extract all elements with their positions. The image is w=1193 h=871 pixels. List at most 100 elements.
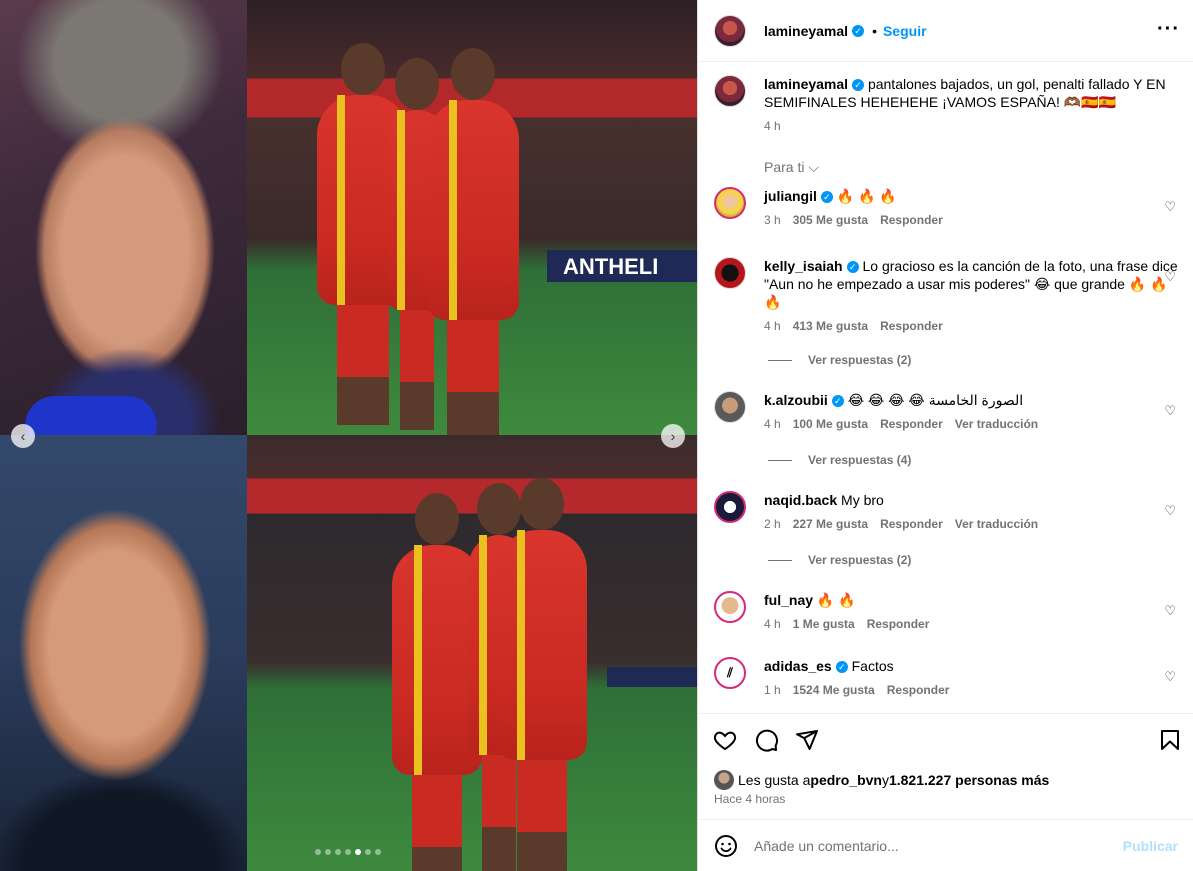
likes-middle: y [881,772,889,788]
for-you-label: Para ti [764,159,805,175]
author-avatar[interactable] [714,14,746,47]
commenter-avatar[interactable] [714,257,746,289]
comment-time: 2 h [764,517,781,531]
verified-badge-icon: ✓ [846,261,859,273]
caption-meta: 4 h [764,119,1178,133]
translate-button[interactable]: Ver traducción [955,417,1038,431]
carousel-next-button[interactable]: › [661,424,685,448]
comment-likes[interactable]: 1524 Me gusta [793,683,875,697]
view-replies-button[interactable]: Ver respuestas (2) [768,553,911,567]
liker-avatar[interactable] [714,770,734,790]
comments-scroll-area[interactable]: lamineyamal ✓ pantalones bajados, un gol,… [698,63,1193,713]
verified-badge-icon: ✓ [831,395,844,407]
reply-button[interactable]: Responder [880,213,943,227]
comment-likes[interactable]: 1 Me gusta [793,617,855,631]
caption-text-block: lamineyamal ✓ pantalones bajados, un gol,… [764,75,1178,111]
likes-prefix: Les gusta a [738,772,811,788]
microphone [25,396,157,435]
comment-time: 1 h [764,683,781,697]
comment-text: 😂 😂 😂 😂 الصورة الخامسة [847,392,1024,408]
commenter-username[interactable]: ful_nay [764,592,813,608]
smiley-icon[interactable] [714,834,738,858]
stadium-board-text: ANTHELI [547,250,697,282]
comment-composer: Publicar [698,819,1193,871]
comment-item: juliangil ✓ 🔥 🔥 🔥 3 h 305 Me gusta Responde… [714,187,1178,227]
carousel-dot [375,849,381,855]
post-side-panel: lamineyamal ✓ • Seguir ··· lamineyamal ✓ … [697,0,1193,871]
follow-button[interactable]: Seguir [883,23,927,39]
likes-summary: Les gusta a pedro_bvn y 1.821.227 person… [714,770,1049,790]
reply-button[interactable]: Responder [880,517,943,531]
commenter-username[interactable]: juliangil [764,188,817,204]
carousel-dot [355,849,361,855]
carousel-dot [365,849,371,855]
comment-icon[interactable] [754,728,780,752]
commenter-username[interactable]: k.alzoubii [764,392,828,408]
comment-time: 4 h [764,319,781,333]
heart-icon[interactable] [712,728,738,752]
post-header: lamineyamal ✓ • Seguir ··· [698,0,1193,62]
carousel-dot [315,849,321,855]
chevron-right-icon: › [670,428,676,444]
photo-panel-bottom-right [247,435,697,871]
carousel-dot [325,849,331,855]
comment-text: Factos [851,658,894,674]
commenter-avatar[interactable]: ⫽ [714,657,746,689]
comment-likes[interactable]: 100 Me gusta [793,417,868,431]
comment-like-heart-icon[interactable]: ♡ [1164,503,1176,519]
post-media-carousel[interactable]: ANTHELI ‹ › [0,0,697,871]
comment-like-heart-icon[interactable]: ♡ [1164,403,1176,419]
view-replies-button[interactable]: Ver respuestas (2) [768,353,911,367]
photo-panel-bottom-left [0,435,247,871]
reply-button[interactable]: Responder [867,617,930,631]
commenter-username[interactable]: kelly_isaiah [764,258,843,274]
reply-button[interactable]: Responder [887,683,950,697]
translate-button[interactable]: Ver traducción [955,517,1038,531]
carousel-prev-button[interactable]: ‹ [11,424,35,448]
caption-username[interactable]: lamineyamal [764,76,848,92]
photo-panel-top-left [0,0,247,435]
verified-badge-icon: ✓ [835,661,848,673]
bookmark-icon[interactable] [1158,728,1182,752]
comment-item: kelly_isaiah ✓ Lo gracioso es la canción … [714,257,1178,333]
commenter-username[interactable]: adidas_es [764,658,832,674]
comment-input[interactable] [754,837,1114,854]
comment-likes[interactable]: 227 Me gusta [793,517,868,531]
comment-likes[interactable]: 305 Me gusta [793,213,868,227]
publish-button[interactable]: Publicar [1123,838,1178,854]
more-options-icon[interactable]: ··· [1157,18,1180,41]
comment-likes[interactable]: 413 Me gusta [793,319,868,333]
carousel-dot [345,849,351,855]
comment-time: 4 h [764,417,781,431]
commenter-avatar[interactable] [714,491,746,523]
comment-text: My bro [841,492,884,508]
carousel-dots [315,849,381,855]
reply-button[interactable]: Responder [880,417,943,431]
comment-item: k.alzoubii ✓ 😂 😂 😂 😂 الصورة الخامسة 4 h 10… [714,391,1178,431]
header-separator: • [872,22,877,39]
commenter-avatar[interactable] [714,391,746,423]
comment-like-heart-icon[interactable]: ♡ [1164,199,1176,215]
comment-like-heart-icon[interactable]: ♡ [1164,269,1176,285]
commenter-avatar[interactable] [714,591,746,623]
player-figure [497,478,587,871]
paper-plane-icon[interactable] [794,728,820,752]
liker-username[interactable]: pedro_bvn [810,772,882,788]
author-username[interactable]: lamineyamal [764,23,848,39]
comment-like-heart-icon[interactable]: ♡ [1164,669,1176,685]
adidas-logo-icon: ⫽ [727,665,733,680]
comment-item: ⫽ adidas_es ✓ Factos 1 h 1524 Me gusta Resp… [714,657,1178,697]
commenter-username[interactable]: naqid.back [764,492,837,508]
comment-text: 🔥 🔥 🔥 [836,188,897,204]
caption-author-avatar[interactable] [714,75,746,107]
reply-button[interactable]: Responder [880,319,943,333]
view-replies-button[interactable]: Ver respuestas (4) [768,453,911,467]
for-you-dropdown[interactable]: Para ti ⌵ [764,159,819,176]
post-actions-bar: Les gusta a pedro_bvn y 1.821.227 person… [698,713,1193,819]
comment-item: naqid.back My bro 2 h 227 Me gusta Respond… [714,491,1178,531]
post-caption: lamineyamal ✓ pantalones bajados, un gol,… [714,75,1178,133]
likes-count[interactable]: 1.821.227 personas más [889,772,1049,788]
commenter-avatar[interactable] [714,187,746,219]
comment-text: 🔥 🔥 [816,592,856,608]
comment-like-heart-icon[interactable]: ♡ [1164,603,1176,619]
